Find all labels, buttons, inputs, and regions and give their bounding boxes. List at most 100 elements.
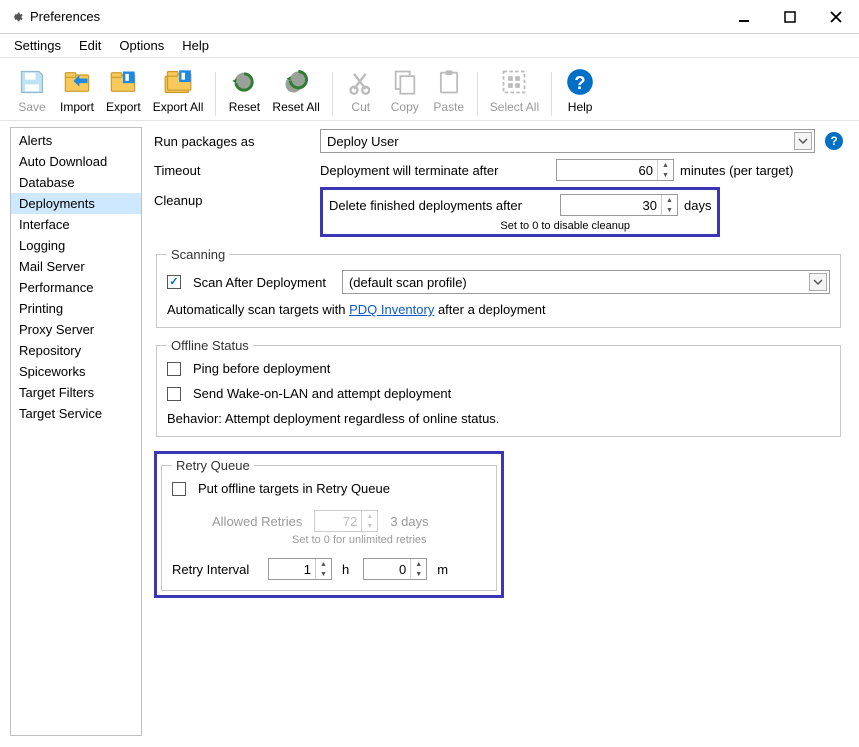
wol-checkbox[interactable] <box>167 387 181 401</box>
scanning-group: Scanning Scan After Deployment (default … <box>156 247 841 328</box>
sidebar-item-alerts[interactable]: Alerts <box>11 130 141 151</box>
window-title: Preferences <box>30 9 100 24</box>
sidebar-item-performance[interactable]: Performance <box>11 277 141 298</box>
retry-m-input[interactable] <box>364 559 410 579</box>
retry-group: Retry Queue Put offline targets in Retry… <box>161 458 497 591</box>
chevron-down-icon <box>794 132 812 150</box>
menu-options[interactable]: Options <box>119 38 164 53</box>
export-all-icon <box>162 66 194 98</box>
sidebar-item-deployments[interactable]: Deployments <box>11 193 141 214</box>
toolbar-separator <box>477 72 478 116</box>
import-icon <box>61 66 93 98</box>
retry-highlight: Retry Queue Put offline targets in Retry… <box>154 451 504 598</box>
allowed-retries-note: Set to 0 for unlimited retries <box>232 534 486 546</box>
help-badge-icon[interactable]: ? <box>825 132 843 150</box>
toolbar-separator <box>332 72 333 116</box>
sidebar-item-mail-server[interactable]: Mail Server <box>11 256 141 277</box>
retry-offline-checkbox[interactable] <box>172 482 186 496</box>
cleanup-input[interactable] <box>561 195 661 215</box>
export-icon <box>107 66 139 98</box>
sidebar-item-printing[interactable]: Printing <box>11 298 141 319</box>
sidebar-item-database[interactable]: Database <box>11 172 141 193</box>
run-as-select[interactable]: Deploy User <box>320 129 815 153</box>
export-button[interactable]: Export <box>100 64 147 116</box>
allowed-retries-label: Allowed Retries <box>212 514 302 529</box>
sidebar-item-repository[interactable]: Repository <box>11 340 141 361</box>
reset-all-icon <box>280 66 312 98</box>
close-button[interactable] <box>813 0 859 34</box>
offline-behavior: Behavior: Attempt deployment regardless … <box>167 411 499 426</box>
gear-icon <box>8 9 24 25</box>
timeout-spinbox[interactable]: ▲▼ <box>556 159 674 181</box>
menu-edit[interactable]: Edit <box>79 38 101 53</box>
scan-after-label: Scan After Deployment <box>193 275 326 290</box>
wol-label: Send Wake-on-LAN and attempt deployment <box>193 386 451 401</box>
menu-settings[interactable]: Settings <box>14 38 61 53</box>
allowed-retries-input <box>315 511 361 531</box>
ping-label: Ping before deployment <box>193 361 330 376</box>
toolbar: Save Import Export Export All Reset Rese… <box>0 58 859 121</box>
sidebar: AlertsAuto DownloadDatabaseDeploymentsIn… <box>10 127 142 736</box>
select-all-icon <box>498 66 530 98</box>
cleanup-spinbox[interactable]: ▲▼ <box>560 194 678 216</box>
main-panel: Run packages as Deploy User ? Timeout De… <box>152 127 849 736</box>
menu-help[interactable]: Help <box>182 38 209 53</box>
retry-h-suffix: h <box>342 562 349 577</box>
sidebar-item-logging[interactable]: Logging <box>11 235 141 256</box>
sidebar-item-spiceworks[interactable]: Spiceworks <box>11 361 141 382</box>
sidebar-item-interface[interactable]: Interface <box>11 214 141 235</box>
retry-legend: Retry Queue <box>172 458 254 473</box>
help-icon: ? <box>564 66 596 98</box>
retry-h-spinbox[interactable]: ▲▼ <box>268 558 332 580</box>
reset-all-button[interactable]: Reset All <box>266 64 325 116</box>
spinner-buttons[interactable]: ▲▼ <box>661 195 677 215</box>
reset-button[interactable]: Reset <box>222 64 266 116</box>
import-button[interactable]: Import <box>54 64 100 116</box>
paste-button[interactable]: Paste <box>427 64 471 116</box>
sidebar-item-target-filters[interactable]: Target Filters <box>11 382 141 403</box>
spinner-buttons: ▲▼ <box>361 511 377 531</box>
paste-icon <box>433 66 465 98</box>
timeout-input[interactable] <box>557 160 657 180</box>
sidebar-item-proxy-server[interactable]: Proxy Server <box>11 319 141 340</box>
cleanup-highlight: Delete finished deployments after ▲▼ day… <box>320 187 720 237</box>
cleanup-label: Cleanup <box>154 187 314 208</box>
select-all-button[interactable]: Select All <box>484 64 545 116</box>
save-button[interactable]: Save <box>10 64 54 116</box>
copy-icon <box>389 66 421 98</box>
scan-after-checkbox[interactable] <box>167 275 181 289</box>
copy-button[interactable]: Copy <box>383 64 427 116</box>
cleanup-prefix: Delete finished deployments after <box>329 198 554 213</box>
cleanup-note: Set to 0 to disable cleanup <box>419 220 711 232</box>
retry-h-input[interactable] <box>269 559 315 579</box>
sidebar-item-target-service[interactable]: Target Service <box>11 403 141 424</box>
cut-button[interactable]: Cut <box>339 64 383 116</box>
spinner-buttons[interactable]: ▲▼ <box>657 160 673 180</box>
pdq-inventory-link[interactable]: PDQ Inventory <box>349 302 434 317</box>
minimize-button[interactable] <box>721 0 767 34</box>
auto-scan-text: Automatically scan targets with PDQ Inve… <box>167 302 546 317</box>
offline-legend: Offline Status <box>167 338 253 353</box>
sidebar-item-auto-download[interactable]: Auto Download <box>11 151 141 172</box>
timeout-label: Timeout <box>154 163 314 178</box>
chevron-down-icon <box>809 273 827 291</box>
retry-m-spinbox[interactable]: ▲▼ <box>363 558 427 580</box>
titlebar: Preferences <box>0 0 859 34</box>
timeout-suffix: minutes (per target) <box>680 163 793 178</box>
spinner-buttons[interactable]: ▲▼ <box>315 559 331 579</box>
export-all-button[interactable]: Export All <box>147 64 210 116</box>
ping-checkbox[interactable] <box>167 362 181 376</box>
cut-icon <box>345 66 377 98</box>
allowed-retries-suffix: 3 days <box>390 514 428 529</box>
scanning-legend: Scanning <box>167 247 229 262</box>
cleanup-suffix: days <box>684 198 711 213</box>
save-icon <box>16 66 48 98</box>
run-as-label: Run packages as <box>154 134 314 149</box>
reset-icon <box>228 66 260 98</box>
maximize-button[interactable] <box>767 0 813 34</box>
spinner-buttons[interactable]: ▲▼ <box>410 559 426 579</box>
offline-group: Offline Status Ping before deployment Se… <box>156 338 841 437</box>
scan-profile-select[interactable]: (default scan profile) <box>342 270 830 294</box>
help-button[interactable]: ? Help <box>558 64 602 116</box>
toolbar-separator <box>215 72 216 116</box>
